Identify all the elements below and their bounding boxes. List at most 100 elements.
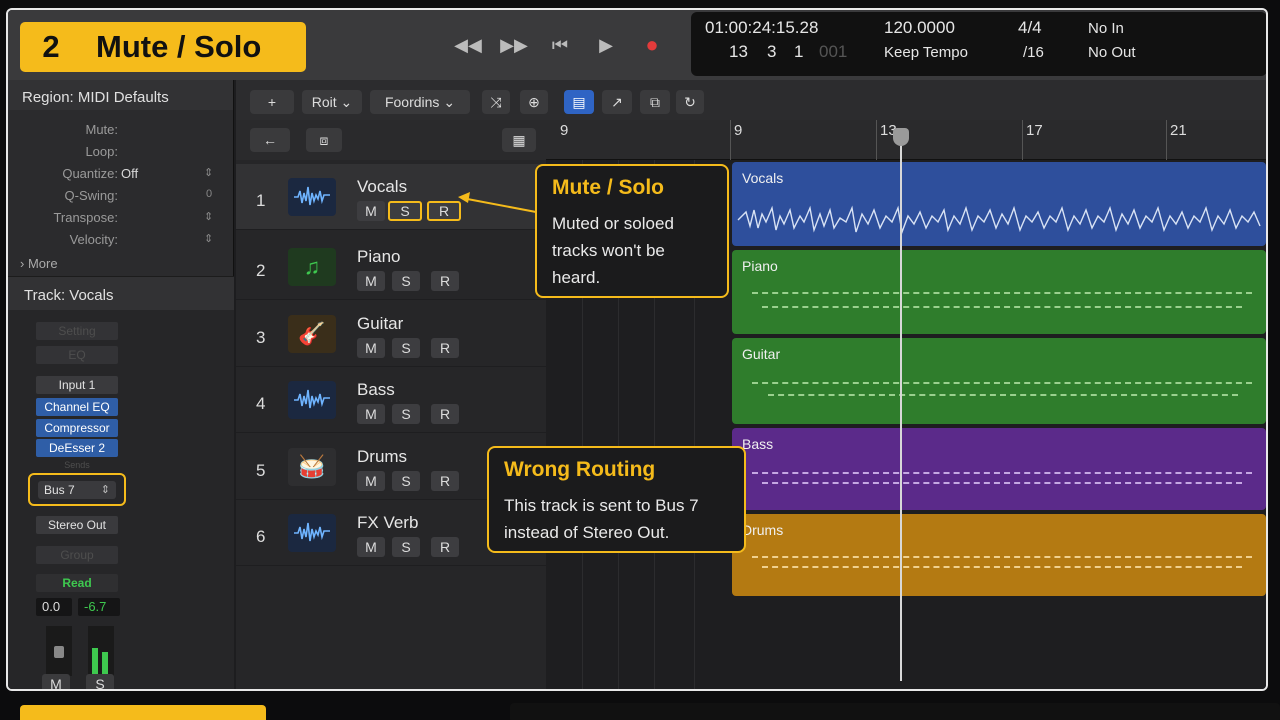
track-row-vocals[interactable]: 1 Vocals M S R [236,164,546,230]
midi-notes [752,292,1252,294]
waveform-icon [288,514,336,552]
mute-button[interactable]: M [357,537,385,557]
callout-line: instead of Stereo Out. [504,523,670,542]
fast-forward-icon[interactable]: ▶▶ [498,30,530,60]
region-piano[interactable]: Piano [732,250,1266,334]
record-icon[interactable]: ● [636,30,668,60]
go-to-start-icon[interactable]: ⏮ [544,30,576,60]
region-name: Bass [742,436,774,452]
more-disclosure[interactable]: › More [20,256,58,271]
solo-button[interactable]: S [392,471,420,491]
playhead-handle[interactable] [893,128,909,146]
more-label: More [27,256,58,271]
cycle-icon[interactable]: ↻ [676,90,704,114]
track-name[interactable]: Bass [357,380,395,400]
record-enable-button[interactable]: R [431,338,459,358]
plugin-slot-channel-eq[interactable]: Channel EQ [36,398,118,416]
record-enable-button[interactable]: R [427,201,461,221]
solo-button[interactable]: S [392,338,420,358]
track-inspector-title[interactable]: Track: Vocals [8,276,234,310]
callout-body: This track is sent to Bus 7 instead of S… [504,492,699,546]
region-param-qswing[interactable]: Q-Swing: 0 [8,188,234,208]
track-name[interactable]: Vocals [357,177,407,197]
lcd-signature: 4/4 [1018,18,1042,37]
inspector-solo-button[interactable]: S [86,674,114,689]
mute-button[interactable]: M [357,338,385,358]
lcd-tempo: 120.0000 [884,18,955,37]
region-param-velocity[interactable]: Velocity: ⇕ [8,232,234,252]
record-enable-button[interactable]: R [431,537,459,557]
back-arrow-icon[interactable]: ← [250,128,290,152]
track-name[interactable]: Guitar [357,314,403,334]
step-title: Mute / Solo [96,29,262,64]
catch-icon[interactable]: ⤨ [482,90,510,114]
stepper-icon: ⇕ [204,233,214,245]
plugin-slot-compressor[interactable]: Compressor [36,419,118,437]
fader-cap[interactable] [54,646,64,658]
region-inspector-title[interactable]: Region: MIDI Defaults [8,80,233,110]
solo-button[interactable]: S [388,201,422,221]
mute-button[interactable]: M [357,271,385,291]
track-row-guitar[interactable]: 3 🎸 Guitar M S R [236,301,546,367]
region-drums[interactable]: Drums [732,514,1266,596]
output-label: Bus 7 [44,483,75,497]
lcd-midi-in: No In [1088,20,1124,37]
region-param-loop[interactable]: Loop: [8,144,234,164]
track-name[interactable]: Piano [357,247,400,267]
track-row-bass[interactable]: 4 Bass M S R [236,367,546,433]
snap-icon[interactable]: ▤ [564,90,594,114]
record-enable-button[interactable]: R [431,271,459,291]
record-enable-button[interactable]: R [431,471,459,491]
region-param-transpose[interactable]: Transpose: ⇕ [8,210,234,230]
region-param-quantize[interactable]: Quantize: Off ⇕ [8,166,234,186]
record-enable-button[interactable]: R [431,404,459,424]
add-track-button[interactable]: + [250,90,294,114]
region-name: Guitar [742,346,781,362]
region-vocals[interactable]: Vocals [732,162,1266,246]
volume-fader[interactable] [46,626,72,676]
mute-button[interactable]: M [357,404,385,424]
eq-slot[interactable]: EQ [36,346,118,364]
waveform-icon-glyph [294,522,330,542]
track-row-piano[interactable]: 2 ♫ Piano M S R [236,234,546,300]
inspector-mute-button[interactable]: M [42,674,70,689]
region-bass[interactable]: Bass [732,428,1266,510]
region-guitar[interactable]: Guitar [732,338,1266,424]
meter-bar-left [92,648,98,676]
solo-button[interactable]: S [392,271,420,291]
automation-mode[interactable]: Read [36,574,118,592]
track-headers: 1 Vocals M S R 2 ♫ Piano M S R 3 🎸 Guita… [236,160,546,689]
track-options-icon[interactable]: ⧈ [306,128,342,152]
playhead[interactable] [900,128,902,681]
step-badge: 2 Mute / Solo [20,22,306,72]
flex-icon[interactable]: ⧉ [640,90,670,114]
mute-button[interactable]: M [357,201,385,221]
plugin-slot-deesser[interactable]: DeEsser 2 [36,439,118,457]
output-slot[interactable]: Bus 7 ⇕ [38,481,116,499]
chevron-down-icon: ⌄ [340,94,353,110]
region-param-mute[interactable]: Mute: [8,122,234,142]
setting-button[interactable]: Setting [36,322,118,340]
input-slot[interactable]: Input 1 [36,376,118,394]
solo-button[interactable]: S [392,404,420,424]
drum-kit-icon: 🥁 [288,448,336,486]
stereo-out-slot[interactable]: Stereo Out [36,516,118,534]
global-tracks-icon[interactable]: ▦ [502,128,536,152]
ruler-bar-label: 9 [560,122,569,139]
edit-menu[interactable]: Roit ⌄ [302,90,362,114]
ruler-tick [876,120,877,160]
track-name[interactable]: FX Verb [357,513,418,533]
lcd-display[interactable]: 01:00:24:15.28 13 3 1 001 120.0000 Keep … [691,12,1266,76]
functions-menu[interactable]: Foordins ⌄ [370,90,470,114]
link-icon[interactable]: ⊕ [520,90,548,114]
volume-readout: 0.0 [36,598,72,616]
rewind-icon[interactable]: ◀◀ [452,30,484,60]
play-icon[interactable]: ▶ [590,30,622,60]
track-number: 2 [256,261,266,280]
track-name[interactable]: Drums [357,447,407,467]
param-label: Loop: [85,144,118,159]
mute-button[interactable]: M [357,471,385,491]
solo-button[interactable]: S [392,537,420,557]
automation-icon[interactable]: ↗ [602,90,632,114]
group-slot[interactable]: Group [36,546,118,564]
